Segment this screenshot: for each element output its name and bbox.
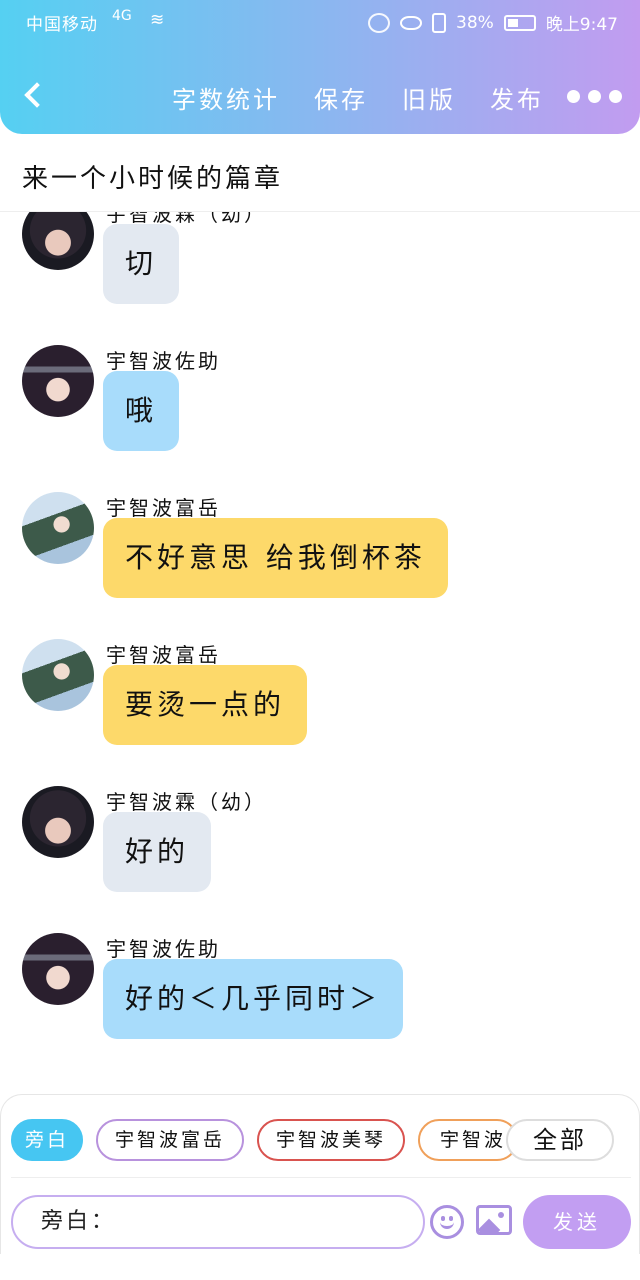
word-count-button[interactable]: 字数统计 bbox=[172, 80, 280, 115]
signal-icon: 4G bbox=[112, 8, 132, 24]
all-roles-button[interactable]: 全部 bbox=[506, 1119, 614, 1161]
avatar[interactable] bbox=[22, 492, 94, 564]
message-bubble[interactable]: 要烫一点的 bbox=[103, 665, 308, 745]
sender-name: 宇智波霖（幼） bbox=[106, 790, 267, 814]
chapter-title-bar: 来一个小时候的篇章 bbox=[0, 134, 640, 212]
clock: 晚上9:47 bbox=[545, 15, 618, 35]
more-icon[interactable] bbox=[567, 90, 622, 103]
emoji-icon[interactable] bbox=[430, 1205, 464, 1239]
image-icon[interactable] bbox=[476, 1205, 512, 1235]
chat-list[interactable]: 宇智波霖（幼） 切 宇智波佐助 哦 宇智波富岳 不好意思 给我倒杯茶 宇智波富岳… bbox=[0, 212, 640, 1092]
battery-icon bbox=[503, 14, 536, 31]
back-button[interactable] bbox=[18, 78, 50, 114]
message-bubble[interactable]: 好的 bbox=[103, 812, 212, 892]
old-version-button[interactable]: 旧版 bbox=[402, 80, 456, 115]
message-bubble[interactable]: 哦 bbox=[103, 371, 180, 451]
carrier-name: 中国移动 bbox=[26, 15, 98, 35]
avatar[interactable] bbox=[22, 345, 94, 417]
sender-name: 宇智波富岳 bbox=[106, 643, 221, 667]
message-bubble[interactable]: 不好意思 给我倒杯茶 bbox=[103, 518, 448, 598]
save-button[interactable]: 保存 bbox=[314, 80, 368, 115]
divider bbox=[11, 1177, 631, 1178]
avatar[interactable] bbox=[22, 786, 94, 858]
chapter-title[interactable]: 来一个小时候的篇章 bbox=[22, 158, 283, 195]
message-bubble[interactable]: 切 bbox=[103, 224, 180, 304]
message-input[interactable]: 旁白： bbox=[11, 1195, 425, 1249]
compose-panel: 旁白 宇智波富岳 宇智波美琴 宇智波 全部 旁白： 发送 bbox=[0, 1094, 640, 1254]
sender-name: 宇智波富岳 bbox=[106, 496, 221, 520]
publish-button[interactable]: 发布 bbox=[490, 80, 544, 115]
avatar[interactable] bbox=[22, 933, 94, 1005]
eye-comfort-icon bbox=[400, 15, 423, 30]
header-nav: 字数统计 保存 旧版 发布 bbox=[172, 80, 544, 115]
sender-name: 宇智波佐助 bbox=[106, 937, 221, 961]
battery-percent: 38% bbox=[456, 12, 494, 33]
data-saver-icon bbox=[368, 12, 391, 33]
vibrate-icon bbox=[432, 12, 447, 33]
wifi-icon: ≋ bbox=[150, 10, 165, 30]
status-bar: 中国移动 4G ≋ 38% 晚上9:47 bbox=[0, 0, 640, 44]
role-selector[interactable]: 旁白 宇智波富岳 宇智波美琴 宇智波 全部 bbox=[1, 1119, 640, 1163]
role-chip-narrator[interactable]: 旁白 bbox=[11, 1119, 83, 1161]
avatar[interactable] bbox=[22, 639, 94, 711]
sender-name: 宇智波佐助 bbox=[106, 349, 221, 373]
role-chip-fugaku[interactable]: 宇智波富岳 bbox=[96, 1119, 244, 1161]
avatar[interactable] bbox=[22, 212, 94, 270]
role-chip-partial[interactable]: 宇智波 bbox=[418, 1119, 518, 1161]
send-button[interactable]: 发送 bbox=[523, 1195, 631, 1249]
top-header: 中国移动 4G ≋ 38% 晚上9:47 字数统计 保存 旧版 发布 bbox=[0, 0, 640, 134]
status-icons: 38% 晚上9:47 bbox=[368, 10, 618, 35]
role-chip-mikoto[interactable]: 宇智波美琴 bbox=[257, 1119, 405, 1161]
message-bubble[interactable]: 好的＜几乎同时＞ bbox=[103, 959, 404, 1039]
